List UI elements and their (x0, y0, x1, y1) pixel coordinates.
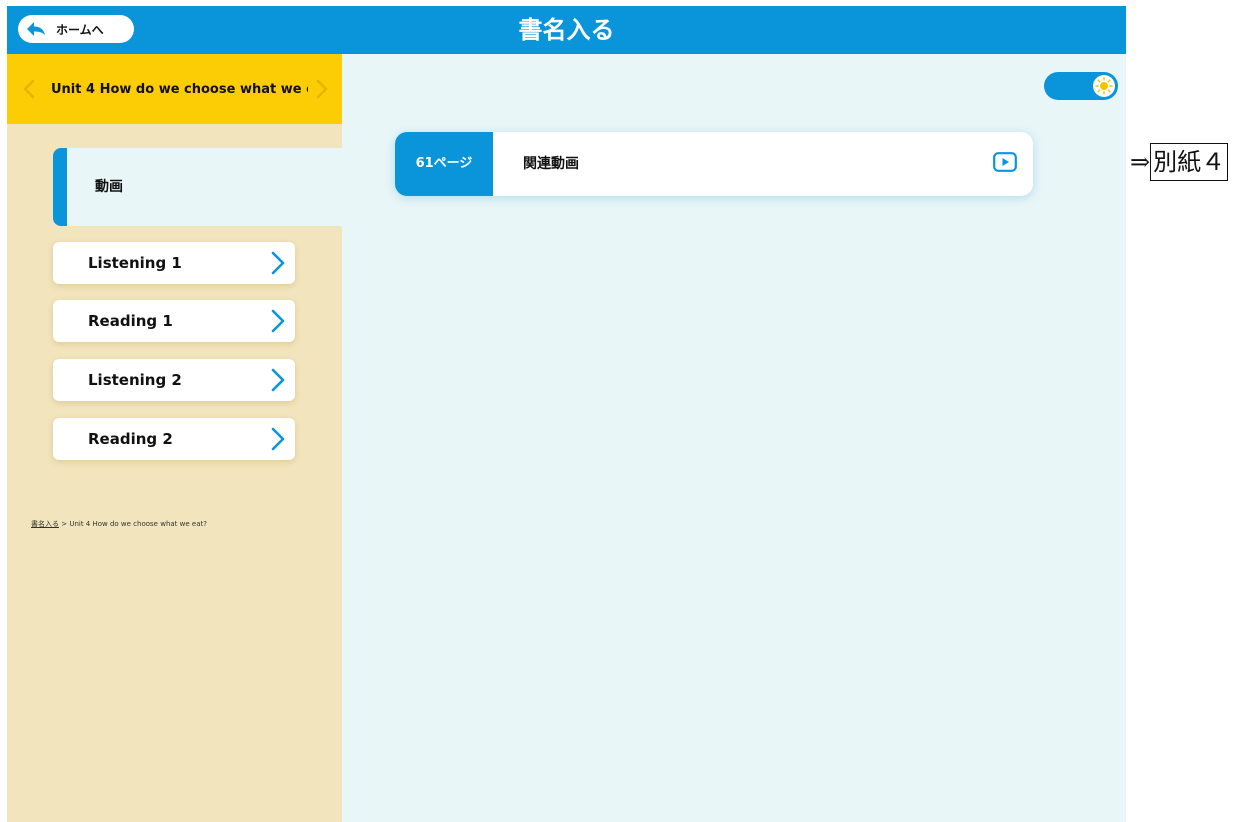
chevron-right-icon (271, 309, 285, 333)
arrow-icon: ⇒ (1130, 148, 1151, 176)
chevron-right-icon (316, 79, 328, 99)
chevron-right-icon (271, 368, 285, 392)
sidebar-item-reading-1[interactable]: Reading 1 (53, 300, 295, 342)
sun-icon (1093, 75, 1115, 97)
back-arrow-icon (26, 21, 46, 37)
breadcrumb-separator: > (59, 520, 70, 528)
active-indicator (53, 148, 67, 226)
sidebar-item-listening-1[interactable]: Listening 1 (53, 242, 295, 284)
page-number-badge: 61ページ (395, 132, 493, 196)
unit-selector: Unit 4 How do we choose what we eat? (7, 54, 342, 124)
app-title: 書名入る (518, 16, 615, 44)
chevron-right-icon (271, 427, 285, 451)
sidebar-item-video[interactable]: 動画 (53, 148, 342, 226)
chevron-right-icon (271, 251, 285, 275)
breadcrumb-current: Unit 4 How do we choose what we eat? (69, 520, 207, 528)
sidebar-item-label: Listening 1 (88, 254, 182, 272)
sidebar-item-label: 動画 (95, 179, 123, 195)
unit-title: Unit 4 How do we choose what we eat? (51, 81, 308, 97)
chevron-left-icon (23, 79, 35, 99)
sidebar: Unit 4 How do we choose what we eat? 動画 … (7, 54, 342, 822)
play-icon (993, 152, 1017, 172)
home-button-label: ホームへ (56, 22, 104, 37)
sidebar-item-label: Reading 1 (88, 312, 173, 330)
breadcrumb-link-home[interactable]: 書名入る (31, 520, 59, 528)
annotation-label: 別紙４ (1150, 143, 1229, 181)
theme-toggle[interactable] (1044, 72, 1118, 100)
video-card-title: 関連動画 (523, 156, 579, 172)
sidebar-item-label: Listening 2 (88, 371, 182, 389)
sidebar-item-reading-2[interactable]: Reading 2 (53, 418, 295, 460)
unit-next-button[interactable] (308, 54, 336, 124)
sidebar-item-listening-2[interactable]: Listening 2 (53, 359, 295, 401)
app-window: ホームへ 書名入る Unit 4 How do we choose what w… (7, 6, 1126, 822)
breadcrumb: 書名入る > Unit 4 How do we choose what we e… (31, 519, 207, 529)
unit-prev-button[interactable] (15, 54, 43, 124)
video-card[interactable]: 61ページ 関連動画 (395, 132, 1033, 196)
sidebar-item-label: Reading 2 (88, 430, 173, 448)
home-button[interactable]: ホームへ (18, 15, 134, 43)
header-bar: ホームへ 書名入る (7, 6, 1126, 54)
annotation-note: ⇒ 別紙４ (1130, 143, 1229, 181)
